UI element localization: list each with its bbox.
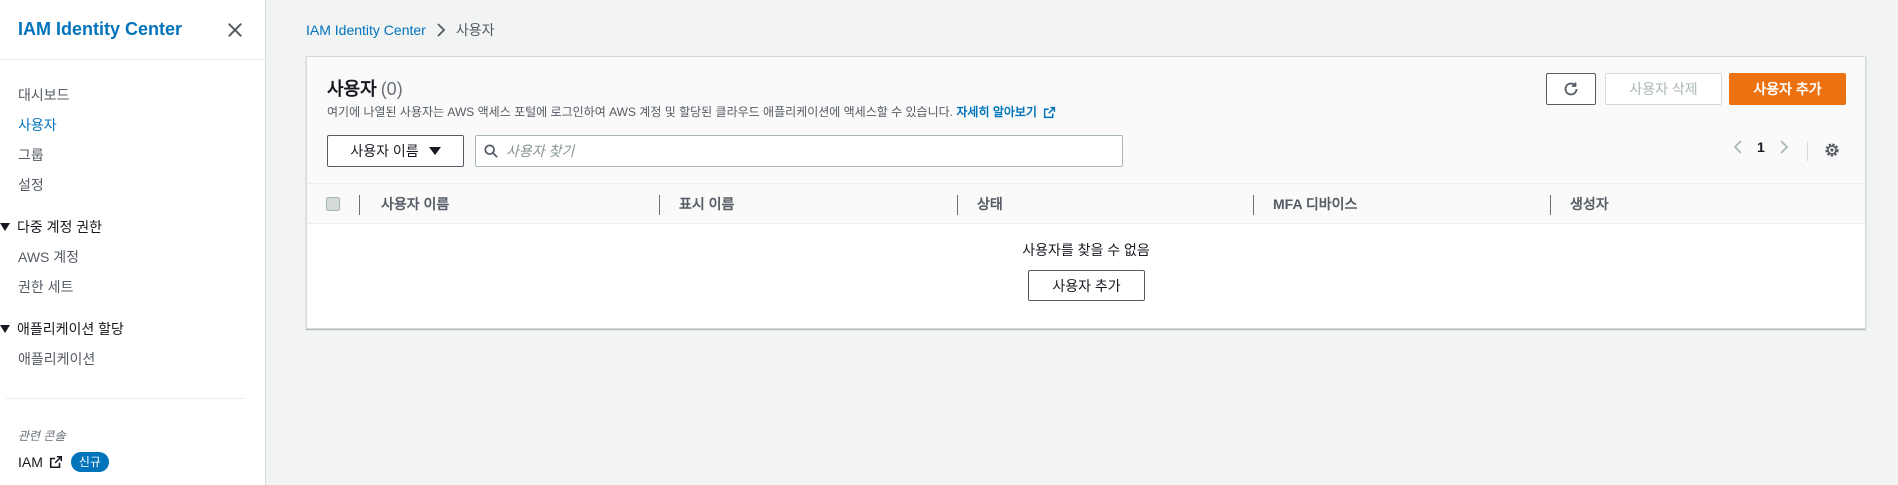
add-user-button[interactable]: 사용자 추가	[1729, 73, 1846, 105]
page-title: 사용자 (0)	[327, 75, 403, 101]
empty-state-text: 사용자를 찾을 수 없음	[1022, 242, 1150, 258]
table-header: 사용자 이름 표시 이름 상태 MFA 디바이스 생성자	[307, 184, 1865, 224]
column-header-mfa[interactable]: MFA 디바이스	[1273, 184, 1357, 224]
select-all-checkbox[interactable]	[326, 197, 340, 211]
new-badge: 신규	[70, 452, 109, 472]
chevron-right-icon	[437, 23, 446, 37]
external-link-icon[interactable]	[49, 455, 63, 469]
column-separator[interactable]	[659, 195, 660, 215]
section-label: 애플리케이션 할당	[17, 321, 124, 337]
breadcrumb-root[interactable]: IAM Identity Center	[306, 22, 426, 38]
description-text: 여기에 나열된 사용자는 AWS 액세스 포털에 로그인하여 AWS 계정 및 …	[327, 105, 954, 119]
search-icon	[484, 144, 498, 158]
sidebar-title[interactable]: IAM Identity Center	[18, 19, 182, 40]
column-separator[interactable]	[957, 195, 958, 215]
sidebar-item-users[interactable]: 사용자	[0, 110, 265, 140]
iam-link-row: IAM 신규	[0, 452, 265, 472]
sidebar-item-settings[interactable]: 설정	[0, 170, 265, 200]
sidebar-item-applications[interactable]: 애플리케이션	[0, 344, 265, 374]
caret-down-icon	[0, 223, 10, 231]
empty-state-add-user-button[interactable]: 사용자 추가	[1028, 270, 1145, 301]
panel-description: 여기에 나열된 사용자는 AWS 액세스 포털에 로그인하여 AWS 계정 및 …	[327, 103, 1056, 120]
nav-list: 대시보드 사용자 그룹 설정 다중 계정 권한 AWS 계정 권한 세트 애플리…	[0, 60, 265, 472]
filter-select-label: 사용자 이름	[350, 143, 419, 159]
search-input[interactable]	[506, 143, 1096, 159]
learn-more-label: 자세히 알아보기	[956, 105, 1037, 119]
column-header-created-by[interactable]: 생성자	[1570, 184, 1609, 224]
caret-down-icon	[428, 147, 441, 155]
sidebar-item-groups[interactable]: 그룹	[0, 140, 265, 170]
column-header-display-name[interactable]: 표시 이름	[679, 184, 734, 224]
learn-more-link[interactable]: 자세히 알아보기	[956, 105, 1056, 119]
panel-title-text: 사용자	[327, 79, 377, 99]
related-consoles-label: 관련 콘솔	[18, 429, 66, 443]
section-label: 다중 계정 권한	[17, 219, 103, 235]
iam-console-link[interactable]: IAM	[18, 454, 43, 470]
sidebar-item-dashboard[interactable]: 대시보드	[0, 80, 265, 110]
close-icon[interactable]	[225, 20, 245, 40]
column-separator[interactable]	[1550, 195, 1551, 215]
sidebar-item-permission-sets[interactable]: 권한 세트	[0, 272, 265, 302]
sidebar-header: IAM Identity Center	[0, 0, 265, 60]
pagination: 1	[1733, 139, 1789, 155]
panel-header: 사용자 (0) 여기에 나열된 사용자는 AWS 액세스 포털에 로그인하여 AW…	[307, 57, 1865, 184]
column-separator	[359, 195, 360, 215]
side-navigation: IAM Identity Center 대시보드 사용자 그룹 설정 다중 계정…	[0, 0, 266, 485]
chevron-left-icon[interactable]	[1733, 139, 1743, 155]
sidebar-section-app-assignments[interactable]: 애플리케이션 할당	[0, 314, 265, 344]
delete-user-button[interactable]: 사용자 삭제	[1605, 73, 1722, 105]
caret-down-icon	[0, 325, 10, 333]
users-panel: 사용자 (0) 여기에 나열된 사용자는 AWS 액세스 포털에 로그인하여 AW…	[306, 56, 1866, 329]
gear-icon[interactable]	[1823, 141, 1841, 159]
external-link-icon	[1044, 107, 1056, 119]
chevron-right-icon[interactable]	[1779, 139, 1789, 155]
filter-property-select[interactable]: 사용자 이름	[327, 135, 464, 167]
breadcrumb: IAM Identity Center 사용자	[306, 20, 494, 40]
column-header-username[interactable]: 사용자 이름	[381, 184, 449, 224]
sidebar-section-multi-account[interactable]: 다중 계정 권한	[0, 212, 265, 242]
nav-divider	[6, 398, 245, 399]
pager-divider	[1807, 141, 1808, 161]
refresh-button[interactable]	[1546, 73, 1596, 105]
sidebar-item-aws-accounts[interactable]: AWS 계정	[0, 242, 265, 272]
breadcrumb-current: 사용자	[455, 22, 495, 38]
refresh-icon	[1564, 82, 1578, 96]
column-header-status[interactable]: 상태	[977, 184, 1003, 224]
search-box	[475, 135, 1123, 167]
user-count: (0)	[380, 79, 403, 99]
column-separator[interactable]	[1253, 195, 1254, 215]
page-number[interactable]: 1	[1757, 139, 1765, 155]
